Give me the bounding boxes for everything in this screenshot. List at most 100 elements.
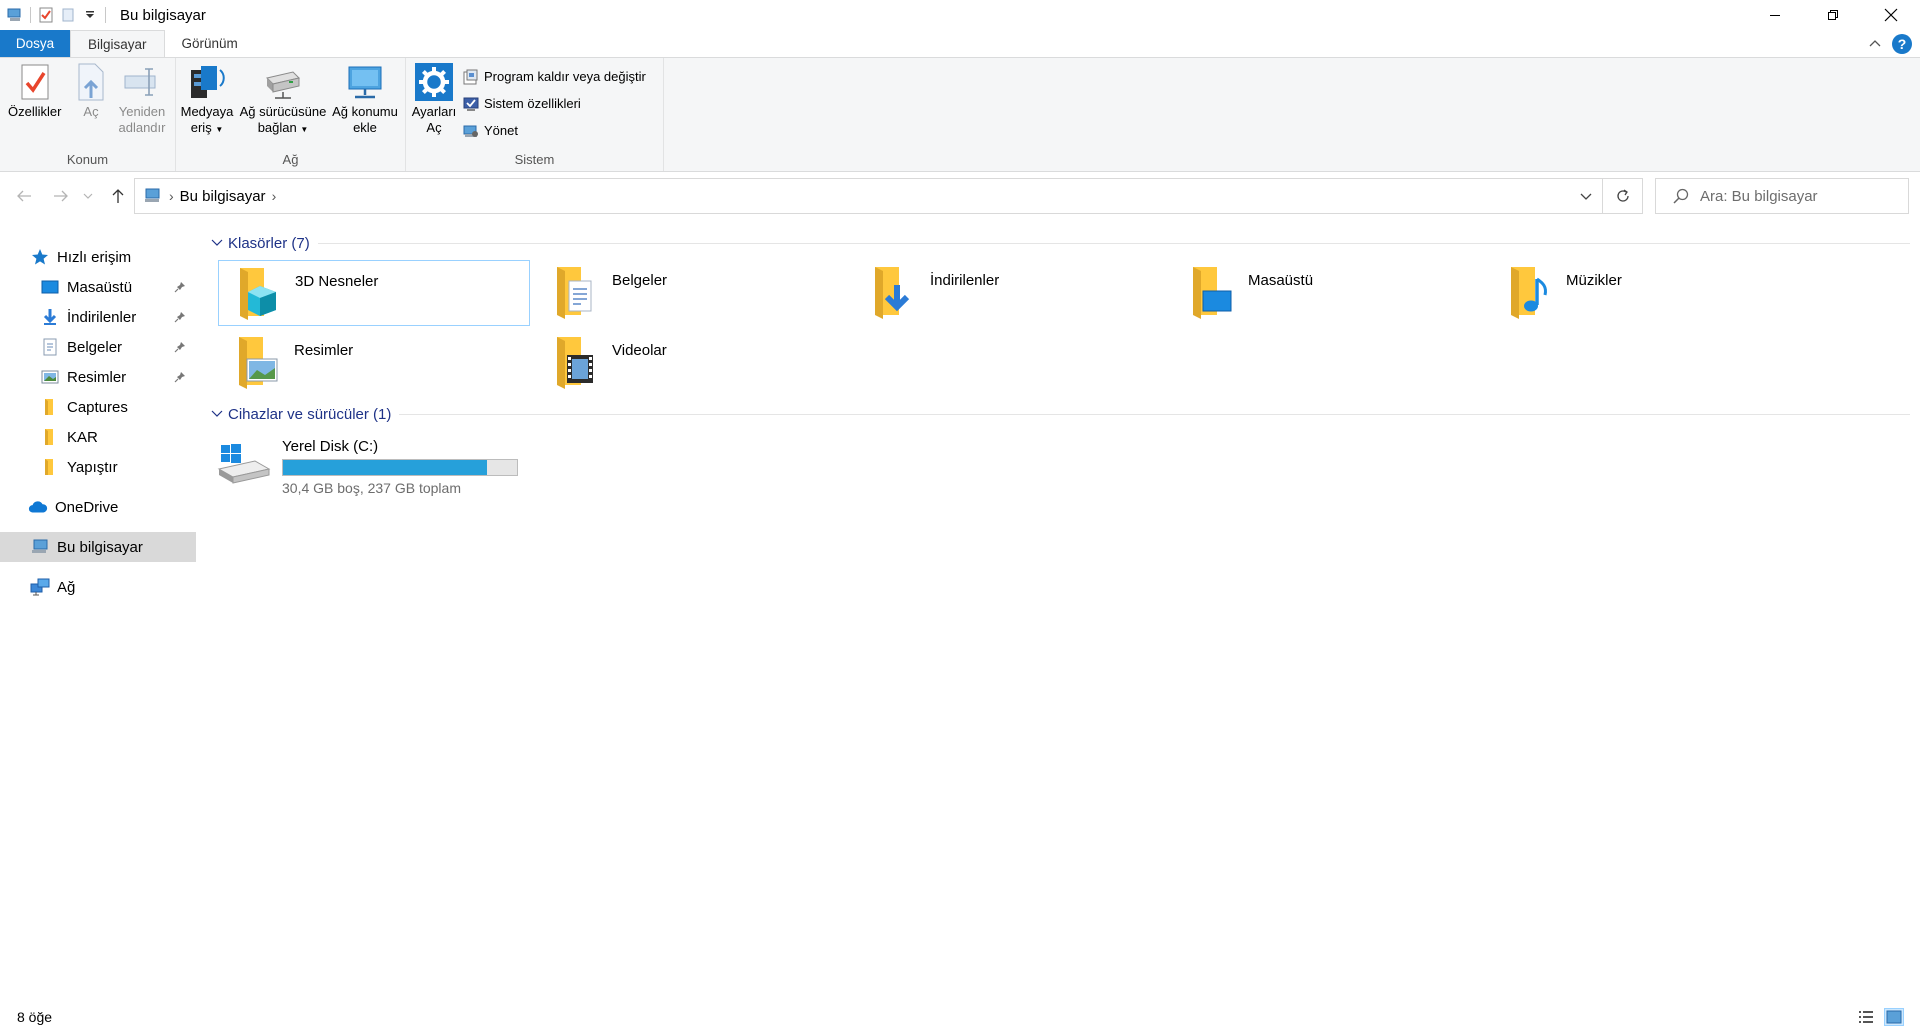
nav-item-downloads[interactable]: İndirilenler <box>0 302 196 332</box>
search-box[interactable] <box>1655 178 1909 214</box>
refresh-button[interactable] <box>1603 178 1643 214</box>
tab-dosya[interactable]: Dosya <box>0 30 70 57</box>
nav-item-label: OneDrive <box>55 498 119 516</box>
media-access-button[interactable]: Medyaya eriş ▼ <box>180 62 234 138</box>
uninstall-program-button[interactable]: Program kaldır veya değiştir <box>462 66 646 87</box>
open-settings-label: Ayarları Aç <box>411 104 457 135</box>
toolbar-separator <box>105 7 106 23</box>
content-view: Klasörler (7) 3D Nesneler Belgeler İndir… <box>206 228 1910 998</box>
folder-name: İndirilenler <box>930 272 1000 289</box>
open-settings-button[interactable]: Ayarları Aç <box>410 62 458 136</box>
properties-label: Özellikler <box>8 104 62 119</box>
section-divider <box>317 242 1910 244</box>
back-button[interactable] <box>12 184 36 208</box>
tab-gorunum[interactable]: Görünüm <box>165 30 255 57</box>
breadcrumb-chevron-icon[interactable]: › <box>272 188 277 204</box>
folder-name: Masaüstü <box>1248 272 1314 289</box>
nav-item-this-pc[interactable]: Bu bilgisayar <box>0 532 196 562</box>
section-title: Cihazlar ve sürücüler (1) <box>228 405 392 423</box>
close-button[interactable] <box>1862 0 1920 30</box>
folder-name: Belgeler <box>612 272 668 289</box>
help-icon[interactable]: ? <box>1892 33 1912 54</box>
pin-icon[interactable] <box>172 339 188 355</box>
ribbon-group-ag: Medyaya eriş ▼ Ağ sürücüsüne bağlan ▼ Ağ… <box>176 58 406 171</box>
pin-icon[interactable] <box>172 279 188 295</box>
section-header-folders[interactable]: Klasörler (7) <box>206 232 1910 254</box>
nav-item-captures[interactable]: Captures <box>0 392 196 422</box>
nav-item-label: Captures <box>67 398 128 416</box>
quick-access-toolbar <box>0 0 110 30</box>
pictures-folder-icon <box>224 330 286 392</box>
nav-item-quick-access[interactable]: Hızlı erişim <box>0 242 196 272</box>
ribbon-tabs: Dosya Bilgisayar Görünüm ? <box>0 30 1920 58</box>
forward-button[interactable] <box>49 184 73 208</box>
nav-item-network[interactable]: Ağ <box>0 572 196 602</box>
desktop-icon <box>40 277 60 297</box>
tab-bilgisayar[interactable]: Bilgisayar <box>70 30 165 58</box>
large-icons-view-icon[interactable] <box>1884 1008 1904 1026</box>
search-icon <box>1672 187 1690 205</box>
folder-tile-videos[interactable]: Videolar <box>536 330 848 396</box>
folder-tile-desktop[interactable]: Masaüstü <box>1172 260 1484 326</box>
map-network-drive-button[interactable]: Ağ sürücüsüne bağlan ▼ <box>238 62 328 138</box>
manage-label: Yönet <box>484 123 518 138</box>
folder-tile-pictures[interactable]: Resimler <box>218 330 530 396</box>
up-button[interactable] <box>106 184 130 208</box>
window-controls <box>1746 0 1920 30</box>
nav-item-label: İndirilenler <box>67 308 137 326</box>
navigation-pane: Hızlı erişim Masaüstü İndirilenler Belge… <box>0 240 196 1000</box>
system-properties-button[interactable]: Sistem özellikleri <box>462 93 646 114</box>
properties-quick-icon[interactable] <box>35 4 57 26</box>
customize-toolbar-icon[interactable] <box>79 4 101 26</box>
rename-button[interactable]: Yeniden adlandır <box>114 62 170 136</box>
details-view-icon[interactable] <box>1856 1008 1876 1026</box>
this-pc-icon <box>143 186 163 206</box>
rename-icon <box>121 62 163 102</box>
collapse-ribbon-icon[interactable] <box>1868 35 1882 52</box>
uninstall-label: Program kaldır veya değiştir <box>484 69 646 84</box>
search-input[interactable] <box>1700 187 1900 205</box>
address-bar[interactable]: › Bu bilgisayar › <box>134 178 1603 214</box>
nav-item-kar[interactable]: KAR <box>0 422 196 452</box>
add-network-location-button[interactable]: Ağ konumu ekle <box>330 62 400 136</box>
properties-icon <box>14 62 56 102</box>
toolbar-separator <box>30 7 31 23</box>
nav-item-documents[interactable]: Belgeler <box>0 332 196 362</box>
drive-name: Yerel Disk (C:) <box>282 438 379 455</box>
rename-label: Yeniden adlandır <box>118 104 166 135</box>
open-button[interactable]: Aç <box>70 62 112 120</box>
nav-item-desktop[interactable]: Masaüstü <box>0 272 196 302</box>
new-folder-quick-icon[interactable] <box>57 4 79 26</box>
this-pc-icon <box>30 537 50 557</box>
minimize-button[interactable] <box>1746 0 1804 30</box>
folder-icon <box>40 427 60 447</box>
nav-item-label: Hızlı erişim <box>57 248 132 266</box>
network-drive-icon <box>262 62 304 102</box>
pin-icon[interactable] <box>172 309 188 325</box>
folder-tile-3d-objects[interactable]: 3D Nesneler <box>218 260 530 326</box>
collapse-chevron-icon[interactable] <box>209 235 225 251</box>
collapse-chevron-icon[interactable] <box>209 406 225 422</box>
folder-icon <box>40 457 60 477</box>
item-count: 8 öğe <box>17 1009 53 1025</box>
nav-item-yapistir[interactable]: Yapıştır <box>0 452 196 482</box>
manage-button[interactable]: Yönet <box>462 120 646 141</box>
section-header-devices[interactable]: Cihazlar ve sürücüler (1) <box>206 403 1910 425</box>
nav-item-onedrive[interactable]: OneDrive <box>0 492 196 522</box>
nav-item-pictures[interactable]: Resimler <box>0 362 196 392</box>
pin-icon[interactable] <box>172 369 188 385</box>
properties-button[interactable]: Özellikler <box>8 62 61 120</box>
system-small-buttons: Program kaldır veya değiştir Sistem özel… <box>462 66 646 141</box>
recent-locations-button[interactable] <box>80 184 96 208</box>
drive-tile-c[interactable]: Yerel Disk (C:) 30,4 GB boş, 237 GB topl… <box>206 434 526 498</box>
ribbon: Özellikler Aç Yeniden adlandır Konum Med… <box>0 57 1920 172</box>
restore-button[interactable] <box>1804 0 1862 30</box>
folder-tile-music[interactable]: Müzikler <box>1490 260 1802 326</box>
folder-tile-documents[interactable]: Belgeler <box>536 260 848 326</box>
address-dropdown-icon[interactable] <box>1576 187 1596 207</box>
folder-name: Resimler <box>294 342 354 359</box>
breadcrumb-chevron-icon[interactable]: › <box>169 188 174 204</box>
folder-tile-downloads[interactable]: İndirilenler <box>854 260 1166 326</box>
breadcrumb-this-pc[interactable]: Bu bilgisayar <box>180 188 266 205</box>
this-pc-icon[interactable] <box>4 4 26 26</box>
